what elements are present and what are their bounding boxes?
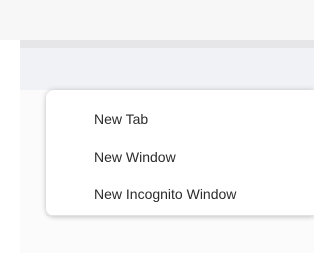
menu-item-new-window[interactable]: New Window	[46, 140, 314, 174]
browser-window: New Tab New Window New Incognito Window	[0, 0, 314, 253]
menu-divider	[46, 215, 314, 216]
window-edge	[0, 40, 20, 253]
title-bar	[0, 0, 314, 40]
tab-strip	[20, 40, 314, 48]
browser-toolbar	[20, 48, 314, 90]
menu-item-new-tab[interactable]: New Tab	[46, 102, 314, 136]
browser-menu: New Tab New Window New Incognito Window	[46, 90, 314, 216]
menu-item-new-incognito-window[interactable]: New Incognito Window	[46, 177, 314, 211]
